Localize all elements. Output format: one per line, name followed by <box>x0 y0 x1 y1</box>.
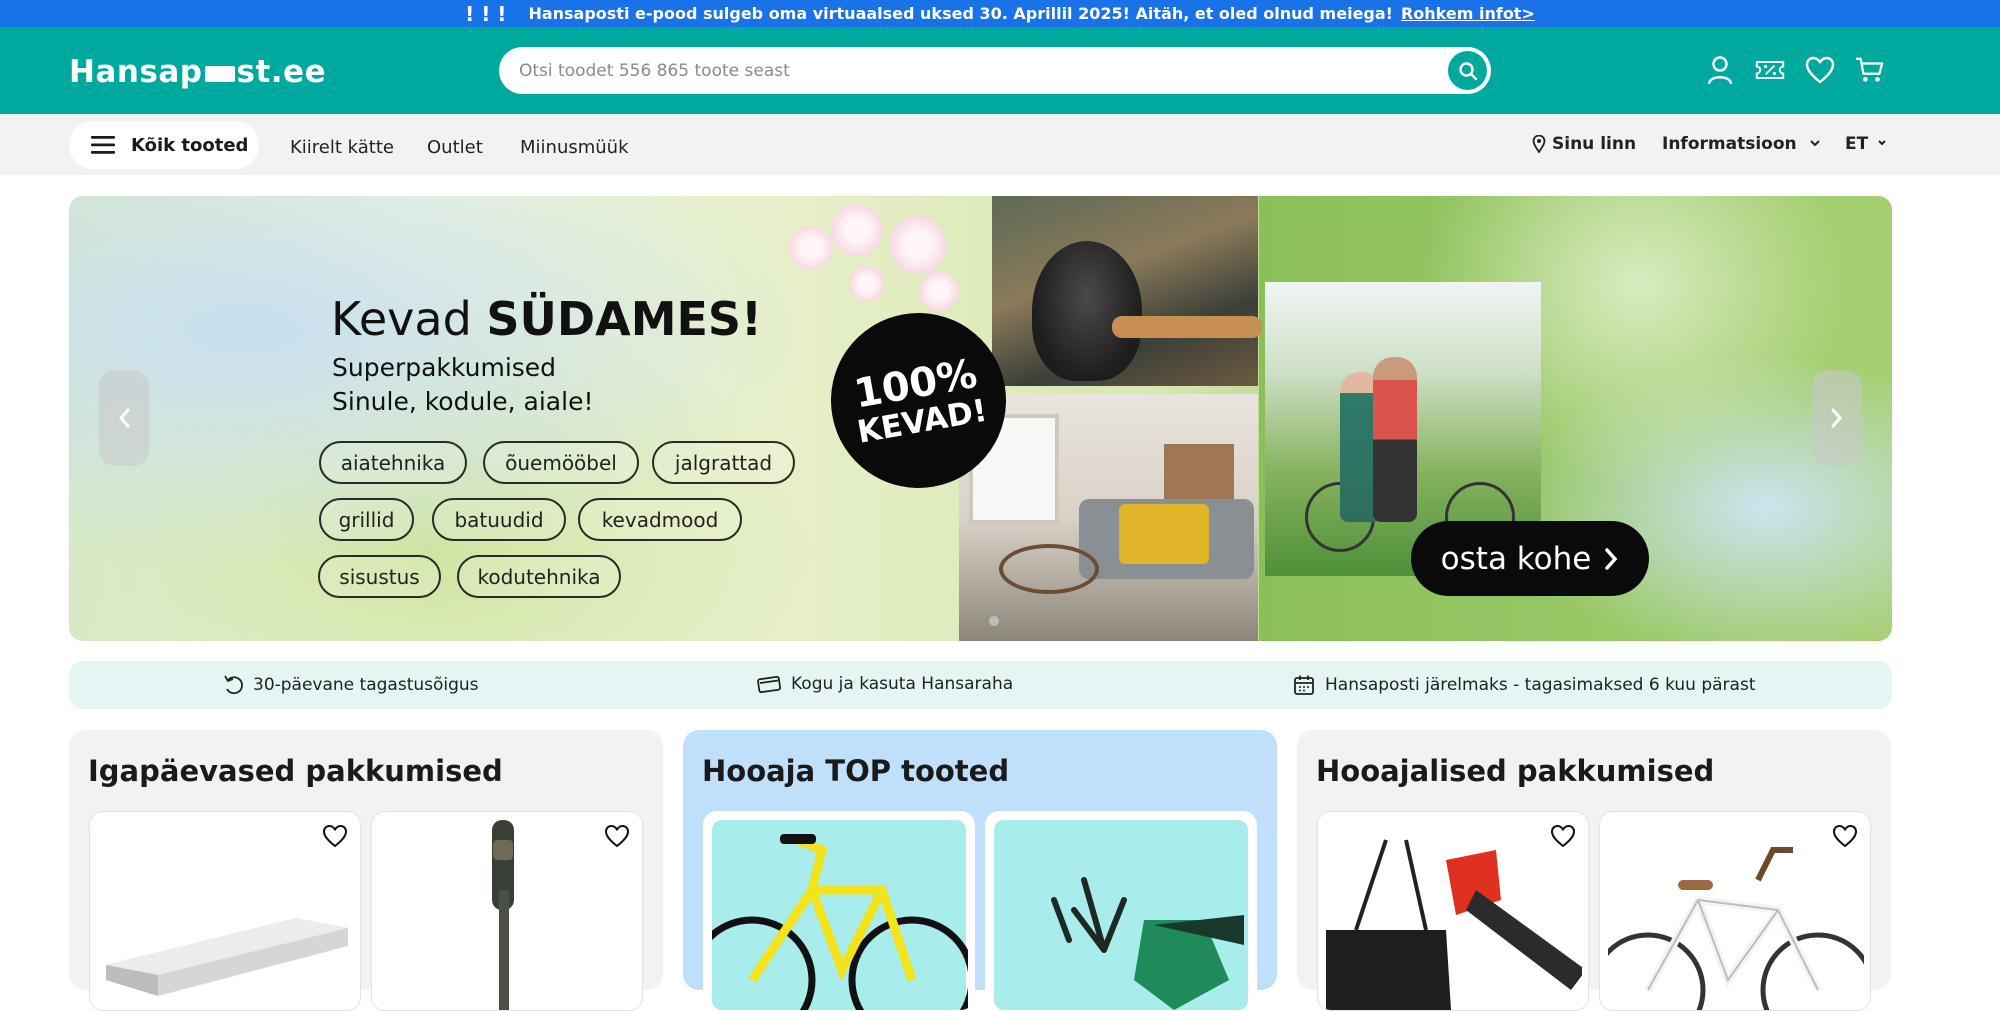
panel-daily-deals-title[interactable]: Igapäevased pakkumised <box>88 754 503 788</box>
chevron-right-icon <box>1605 547 1618 570</box>
announcement-text: Hansaposti e-pood sulgeb oma virtuaalsed… <box>528 4 1393 23</box>
bicycle-image <box>704 820 974 1010</box>
hero-subtitle-line1: Superpakkumised <box>332 353 557 382</box>
panel-seasonal-deals: Hooajalised pakkumised <box>1297 730 1891 1011</box>
site-header: Hansap st.ee <box>0 27 2000 114</box>
menu-icon <box>91 136 115 154</box>
nav-link-miinusmuuk[interactable]: Miinusmüük <box>520 137 629 158</box>
heart-icon[interactable] <box>1550 824 1576 848</box>
carousel-dot[interactable] <box>989 616 999 626</box>
hero-subtitle-line2: Sinule, kodule, aiale! <box>332 387 594 416</box>
search-bar <box>499 47 1491 94</box>
hero-title-light: Kevad <box>331 292 472 346</box>
shop-now-label: osta kohe <box>1440 540 1592 577</box>
category-pill-grillid[interactable]: grillid <box>319 498 414 541</box>
calendar-icon <box>1294 675 1314 695</box>
living-room-image <box>959 394 1258 641</box>
apple-blossom-image <box>769 196 989 326</box>
header-icons <box>1705 55 1885 85</box>
garden-tool-image <box>994 820 1248 1010</box>
heart-icon[interactable] <box>1832 824 1858 848</box>
heart-icon[interactable] <box>604 824 630 848</box>
nav-link-outlet[interactable]: Outlet <box>427 137 483 158</box>
category-pill-aiatehnika[interactable]: aiatehnika <box>319 441 467 484</box>
language-dropdown[interactable]: ET <box>1845 134 1892 154</box>
announcement-more-link[interactable]: Rohkem infot> <box>1401 4 1535 23</box>
all-products-button[interactable]: Kõik tooted <box>69 121 259 169</box>
product-card[interactable] <box>1599 811 1871 1011</box>
card-icon <box>757 675 781 693</box>
category-pill-kodutehnika[interactable]: kodutehnika <box>457 555 621 598</box>
logo-text-right: st.ee <box>236 54 327 90</box>
city-selector[interactable]: Sinu linn <box>1532 134 1636 154</box>
category-pill-kevadmood[interactable]: kevadmood <box>578 498 742 541</box>
benefit-hansaraha[interactable]: Kogu ja kasuta Hansaraha <box>757 674 1013 694</box>
vacuum-cleaner-image <box>380 820 634 1010</box>
product-card[interactable] <box>1317 811 1589 1011</box>
hero-title-bold: SÜDAMES! <box>486 292 762 346</box>
chevron-down-icon <box>1809 140 1820 147</box>
product-card[interactable] <box>703 811 975 1011</box>
carousel-prev-button[interactable] <box>99 370 149 466</box>
language-label: ET <box>1845 134 1869 154</box>
hero-title: Kevad SÜDAMES! <box>331 292 762 346</box>
leaf-blower-image <box>1326 820 1586 1010</box>
category-pill-ouemoobel[interactable]: õuemööbel <box>483 441 639 484</box>
discount-icon[interactable] <box>1755 55 1785 85</box>
chevron-right-icon <box>1831 408 1842 428</box>
product-card[interactable] <box>89 811 361 1011</box>
search-button[interactable] <box>1448 51 1487 90</box>
panel-daily-deals: Igapäevased pakkumised <box>69 730 663 1011</box>
site-logo[interactable]: Hansap st.ee <box>69 54 327 90</box>
panel-seasonal-deals-title[interactable]: Hooajalised pakkumised <box>1316 754 1714 788</box>
info-label: Informatsioon <box>1662 134 1797 154</box>
benefit-jarelmaks[interactable]: Hansaposti järelmaks - tagasimaksed 6 ku… <box>1293 674 1756 696</box>
grill-image <box>992 196 1262 386</box>
announcement-marks: ! ! ! <box>465 1 507 26</box>
chevron-left-icon <box>119 408 130 428</box>
product-card[interactable] <box>985 811 1257 1011</box>
logo-envelope-icon <box>204 66 235 82</box>
hero-subtitle: Superpakkumised Sinule, kodule, aiale! <box>332 351 593 419</box>
heart-icon[interactable] <box>322 824 348 848</box>
all-products-label: Kõik tooted <box>131 134 249 156</box>
nav-link-kiirelt-katte[interactable]: Kiirelt kätte <box>290 137 394 158</box>
user-icon[interactable] <box>1705 55 1735 85</box>
main-nav: Kõik tooted Kiirelt kätte Outlet Miinusm… <box>0 114 2000 175</box>
carousel-next-button[interactable] <box>1812 370 1862 466</box>
shop-now-button[interactable]: osta kohe <box>1411 521 1649 596</box>
return-icon <box>224 675 243 695</box>
announcement-bar: ! ! ! Hansaposti e-pood sulgeb oma virtu… <box>0 0 2000 27</box>
heart-icon[interactable] <box>1805 55 1835 85</box>
logo-text-left: Hansap <box>69 54 203 90</box>
hero-banner[interactable]: Kevad SÜDAMES! Superpakkumised Sinule, k… <box>69 196 1892 641</box>
product-card[interactable] <box>371 811 643 1011</box>
benefit-returns-text: 30-päevane tagastusõigus <box>253 675 479 695</box>
benefits-strip: 30-päevane tagastusõigus Kogu ja kasuta … <box>69 661 1892 709</box>
city-label: Sinu linn <box>1552 134 1637 154</box>
panel-season-top: Hooaja TOP tooted <box>683 730 1277 1011</box>
cart-icon[interactable] <box>1855 55 1885 85</box>
benefit-returns[interactable]: 30-päevane tagastusõigus <box>223 674 479 696</box>
search-icon <box>1458 61 1477 80</box>
city-bike-image <box>1600 820 1870 1010</box>
category-pill-sisustus[interactable]: sisustus <box>318 555 441 598</box>
search-input[interactable] <box>519 60 1399 81</box>
info-dropdown[interactable]: Informatsioon <box>1662 134 1825 154</box>
chevron-down-icon <box>1878 140 1886 146</box>
panel-season-top-title[interactable]: Hooaja TOP tooted <box>702 754 1009 788</box>
category-pill-batuudid[interactable]: batuudid <box>432 498 566 541</box>
location-pin-icon <box>1532 135 1546 153</box>
category-pill-jalgrattad[interactable]: jalgrattad <box>652 441 795 484</box>
benefit-hansaraha-text: Kogu ja kasuta Hansaraha <box>791 674 1014 694</box>
mattress-image <box>98 820 352 1010</box>
benefit-jarelmaks-text: Hansaposti järelmaks - tagasimaksed 6 ku… <box>1325 675 1756 695</box>
